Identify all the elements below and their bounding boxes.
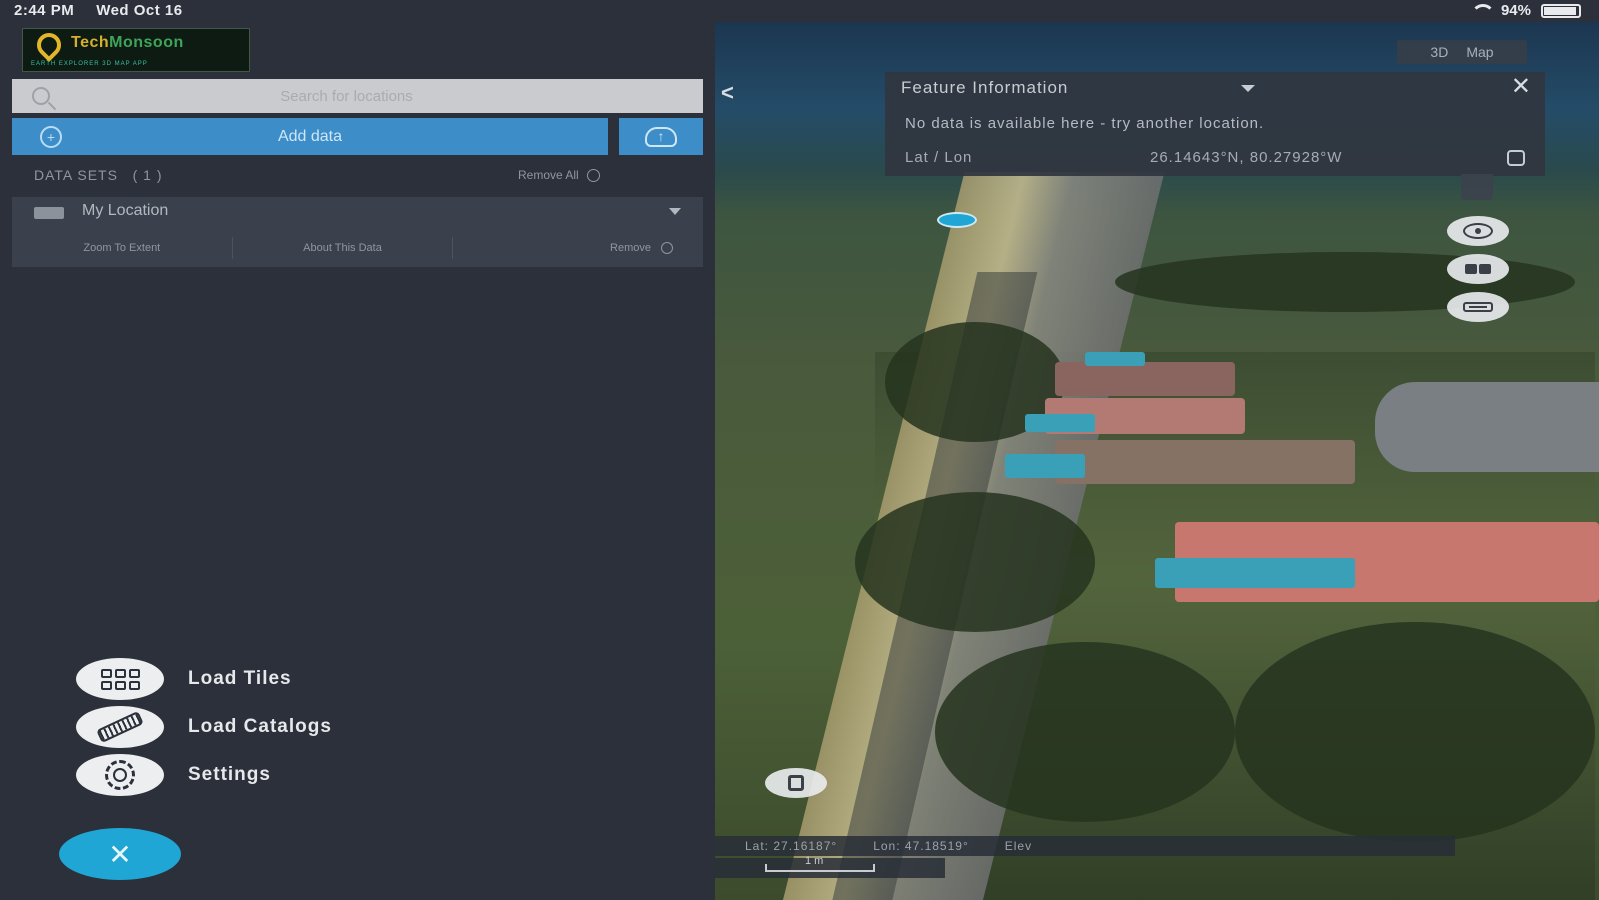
gear-icon — [76, 754, 164, 796]
remove-all-icon — [586, 168, 600, 182]
logo-tagline: EARTH EXPLORER 3D MAP APP — [31, 61, 148, 67]
status-date: Wed Oct 16 — [96, 2, 183, 19]
compass-tab[interactable] — [1461, 174, 1493, 200]
zoom-in-icon — [1465, 264, 1491, 274]
navigation-icon — [788, 775, 804, 791]
load-tiles-label: Load Tiles — [188, 668, 292, 689]
dataset-item: My Location Zoom To Extent About This Da… — [12, 197, 703, 267]
close-icon: ✕ — [108, 838, 132, 870]
battery-icon — [1541, 3, 1581, 18]
tiles-icon — [76, 658, 164, 700]
settings-label: Settings — [188, 764, 271, 785]
upload-button[interactable] — [619, 118, 703, 155]
compass-button[interactable] — [1447, 216, 1509, 246]
logo-brand-a: Tech — [71, 34, 110, 51]
latlon-label: Lat / Lon — [905, 149, 973, 166]
logo-brand-b: Monsoon — [109, 34, 184, 51]
catalog-icon — [76, 706, 164, 748]
visibility-toggle[interactable] — [34, 207, 64, 219]
zoom-out-icon — [1463, 302, 1493, 312]
load-catalogs-button[interactable]: Load Catalogs — [76, 706, 332, 748]
datasets-title: DATA SETS — [34, 167, 118, 183]
feature-message: No data is available here - try another … — [905, 115, 1265, 132]
bottom-elev: Elev — [1004, 839, 1033, 853]
scale-label: 1 m — [805, 855, 824, 867]
collapse-panel-button[interactable]: < — [721, 80, 734, 106]
zoom-in-button[interactable] — [1447, 254, 1509, 284]
copy-icon[interactable] — [1507, 150, 1525, 166]
search-bar — [12, 79, 703, 113]
datasets-count: ( 1 ) — [132, 167, 163, 183]
dataset-actions: Zoom To Extent About This Data Remove — [12, 237, 703, 259]
load-catalogs-label: Load Catalogs — [188, 716, 332, 737]
toggle-map[interactable]: Map — [1466, 44, 1493, 60]
chevron-down-icon[interactable] — [1241, 85, 1255, 92]
cloud-upload-icon — [645, 126, 677, 147]
search-input[interactable] — [50, 79, 703, 113]
datasets-header: DATA SETS ( 1 ) — [34, 167, 163, 183]
remove-dataset-label: Remove — [610, 242, 652, 254]
bottom-lat: Lat: 27.16187° — [745, 839, 838, 853]
scale-bar: 1 m — [715, 855, 945, 878]
remove-icon — [661, 242, 674, 254]
feature-info-panel: Feature Information ✕ No data is availab… — [885, 72, 1545, 176]
status-time: 2:44 PM — [14, 2, 75, 19]
zoom-to-extent-label: Zoom To Extent — [83, 242, 161, 254]
zoom-to-extent-button[interactable]: Zoom To Extent — [12, 237, 233, 259]
dataset-name: My Location — [82, 202, 169, 219]
about-data-button[interactable]: About This Data — [233, 237, 454, 259]
my-location-marker[interactable] — [937, 212, 977, 228]
toggle-3d[interactable]: 3D — [1430, 44, 1448, 60]
add-data-button[interactable]: + Add data — [12, 118, 608, 155]
search-icon — [32, 87, 50, 105]
wifi-icon — [1469, 3, 1495, 18]
load-tiles-button[interactable]: Load Tiles — [76, 658, 292, 700]
add-data-label: Add data — [277, 127, 343, 145]
close-icon[interactable]: ✕ — [1511, 72, 1531, 101]
side-panel: TechMonsoon EARTH EXPLORER 3D MAP APP + … — [0, 22, 715, 900]
map-view[interactable]: 3D Map < Feature Information ✕ No data i… — [715, 22, 1599, 900]
zoom-out-button[interactable] — [1447, 292, 1509, 322]
remove-dataset-button[interactable]: Remove — [453, 237, 703, 259]
compass-icon — [1463, 223, 1493, 239]
chevron-down-icon[interactable] — [669, 208, 681, 215]
remove-all-label: Remove All — [518, 168, 579, 182]
latlon-value: 26.14643°N, 80.27928°W — [1150, 149, 1343, 166]
remove-all-button[interactable]: Remove All — [518, 168, 600, 182]
coordinates-bar: Lat: 27.16187° Lon: 47.18519° Elev — [715, 836, 1455, 856]
status-bar: 2:44 PM Wed Oct 16 94% — [0, 0, 1599, 22]
feature-title: Feature Information — [901, 78, 1069, 97]
battery-percent: 94% — [1500, 2, 1531, 19]
chevron-left-icon: < — [721, 80, 734, 105]
map-pin-icon — [32, 28, 66, 62]
close-menu-button[interactable]: ✕ — [59, 828, 181, 880]
navigation-button[interactable] — [765, 768, 827, 798]
bottom-lon: Lon: 47.18519° — [873, 839, 969, 853]
app-root: 2:44 PM Wed Oct 16 94% TechMonsoon EARTH … — [0, 0, 1599, 900]
about-data-label: About This Data — [303, 242, 382, 254]
plus-circle-icon: + — [40, 126, 62, 148]
view-mode-toggle[interactable]: 3D Map — [1397, 40, 1527, 64]
app-logo: TechMonsoon EARTH EXPLORER 3D MAP APP — [22, 28, 250, 72]
settings-button[interactable]: Settings — [76, 754, 271, 796]
